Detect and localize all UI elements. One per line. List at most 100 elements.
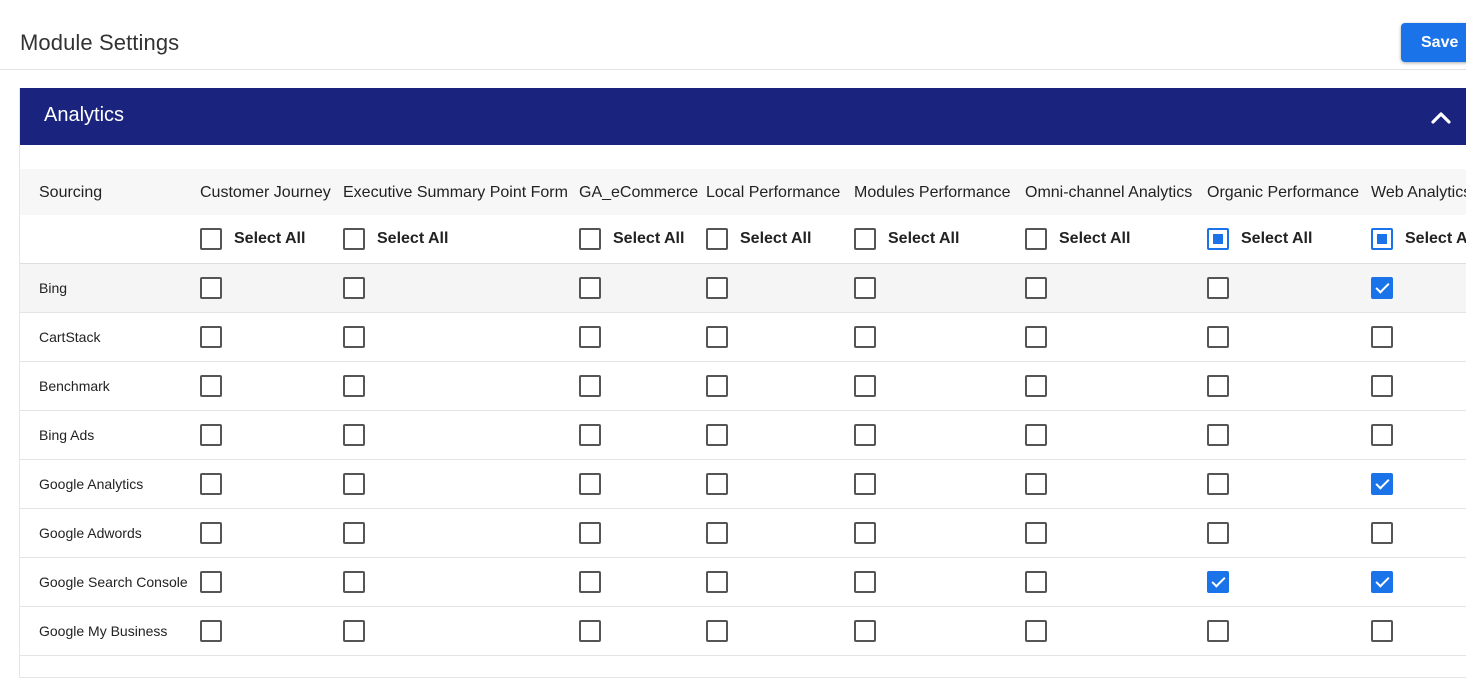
module-checkbox[interactable] [579, 375, 601, 397]
module-checkbox[interactable] [1371, 571, 1393, 593]
module-checkbox[interactable] [706, 326, 728, 348]
module-checkbox[interactable] [200, 277, 222, 299]
module-checkbox[interactable] [343, 473, 365, 495]
module-checkbox[interactable] [854, 424, 876, 446]
module-checkbox[interactable] [1371, 277, 1393, 299]
table-row: Bing Ads [20, 411, 1466, 460]
column-header: Executive Summary Point Form [343, 184, 568, 201]
select-all-checkbox[interactable] [1207, 228, 1229, 250]
module-checkbox[interactable] [1025, 571, 1047, 593]
table-row: Google Analytics [20, 460, 1466, 509]
module-checkbox[interactable] [1025, 424, 1047, 446]
module-checkbox[interactable] [343, 424, 365, 446]
module-checkbox[interactable] [1371, 522, 1393, 544]
page-header: Module Settings Save [0, 0, 1466, 70]
module-checkbox[interactable] [706, 424, 728, 446]
module-checkbox[interactable] [579, 571, 601, 593]
module-checkbox[interactable] [1025, 277, 1047, 299]
select-all-checkbox[interactable] [579, 228, 601, 250]
module-checkbox[interactable] [854, 375, 876, 397]
panel-header[interactable]: Analytics [20, 88, 1466, 145]
module-checkbox[interactable] [200, 375, 222, 397]
source-label: Bing [39, 280, 68, 296]
module-checkbox[interactable] [1371, 326, 1393, 348]
module-checkbox[interactable] [1025, 620, 1047, 642]
module-checkbox[interactable] [854, 277, 876, 299]
module-checkbox[interactable] [854, 620, 876, 642]
panel-title: Analytics [44, 104, 125, 126]
module-checkbox[interactable] [706, 473, 728, 495]
module-checkbox[interactable] [706, 277, 728, 299]
module-checkbox[interactable] [343, 277, 365, 299]
module-checkbox[interactable] [1371, 473, 1393, 495]
column-header: Modules Performance [854, 184, 1011, 201]
select-all-row: Select All Select All Select All Select All… [20, 215, 1466, 264]
select-all-checkbox[interactable] [343, 228, 365, 250]
module-checkbox[interactable] [343, 620, 365, 642]
module-checkbox[interactable] [579, 620, 601, 642]
module-checkbox[interactable] [706, 522, 728, 544]
module-checkbox[interactable] [579, 424, 601, 446]
module-checkbox[interactable] [1207, 326, 1229, 348]
module-checkbox[interactable] [579, 326, 601, 348]
source-label: Google Analytics [39, 476, 144, 492]
select-all-checkbox[interactable] [200, 228, 222, 250]
select-all-label: Select All [234, 230, 306, 247]
column-header: Web Analytics [1371, 184, 1466, 201]
select-all-checkbox[interactable] [1371, 228, 1393, 250]
module-checkbox[interactable] [1025, 473, 1047, 495]
module-checkbox[interactable] [706, 375, 728, 397]
module-checkbox[interactable] [1207, 375, 1229, 397]
module-checkbox[interactable] [200, 620, 222, 642]
chevron-up-icon [1431, 112, 1451, 124]
module-checkbox[interactable] [1207, 424, 1229, 446]
module-checkbox[interactable] [343, 326, 365, 348]
module-checkbox[interactable] [343, 522, 365, 544]
table-row: Benchmark [20, 362, 1466, 411]
source-label: Google Adwords [39, 525, 142, 541]
module-checkbox[interactable] [854, 473, 876, 495]
module-checkbox[interactable] [579, 522, 601, 544]
select-all-checkbox[interactable] [706, 228, 728, 250]
module-checkbox[interactable] [1207, 571, 1229, 593]
select-all-label: Select All [377, 230, 449, 247]
module-checkbox[interactable] [200, 473, 222, 495]
module-checkbox[interactable] [200, 522, 222, 544]
module-checkbox[interactable] [1025, 375, 1047, 397]
module-checkbox[interactable] [200, 424, 222, 446]
module-checkbox[interactable] [1371, 375, 1393, 397]
module-checkbox[interactable] [1207, 277, 1229, 299]
module-checkbox[interactable] [1025, 522, 1047, 544]
save-button[interactable]: Save [1401, 23, 1466, 62]
select-all-checkbox[interactable] [854, 228, 876, 250]
module-checkbox[interactable] [1207, 473, 1229, 495]
module-checkbox[interactable] [1207, 620, 1229, 642]
module-checkbox[interactable] [200, 326, 222, 348]
table-row: CartStack [20, 313, 1466, 362]
module-checkbox[interactable] [343, 571, 365, 593]
module-checkbox[interactable] [343, 375, 365, 397]
module-checkbox[interactable] [1025, 326, 1047, 348]
module-checkbox[interactable] [854, 522, 876, 544]
module-checkbox[interactable] [706, 620, 728, 642]
column-header: Omni-channel Analytics [1025, 184, 1193, 201]
select-all-checkbox[interactable] [1025, 228, 1047, 250]
module-checkbox[interactable] [579, 473, 601, 495]
column-header: Customer Journey [200, 184, 331, 201]
module-checkbox[interactable] [1371, 424, 1393, 446]
column-header: Organic Performance [1207, 184, 1360, 201]
module-checkbox[interactable] [706, 571, 728, 593]
analytics-panel: Analytics Sourcing Customer Journey Execu… [19, 88, 1466, 678]
column-header: Local Performance [706, 184, 841, 201]
module-checkbox[interactable] [854, 326, 876, 348]
column-header: GA_eCommerce [579, 184, 699, 201]
table-row: Google Search Console [20, 558, 1466, 607]
module-checkbox[interactable] [854, 571, 876, 593]
module-checkbox[interactable] [1371, 620, 1393, 642]
select-all-label: Select All [1405, 230, 1466, 247]
module-checkbox[interactable] [200, 571, 222, 593]
collapse-toggle[interactable] [1421, 102, 1459, 132]
module-checkbox[interactable] [579, 277, 601, 299]
page-title: Module Settings [20, 30, 180, 55]
module-checkbox[interactable] [1207, 522, 1229, 544]
